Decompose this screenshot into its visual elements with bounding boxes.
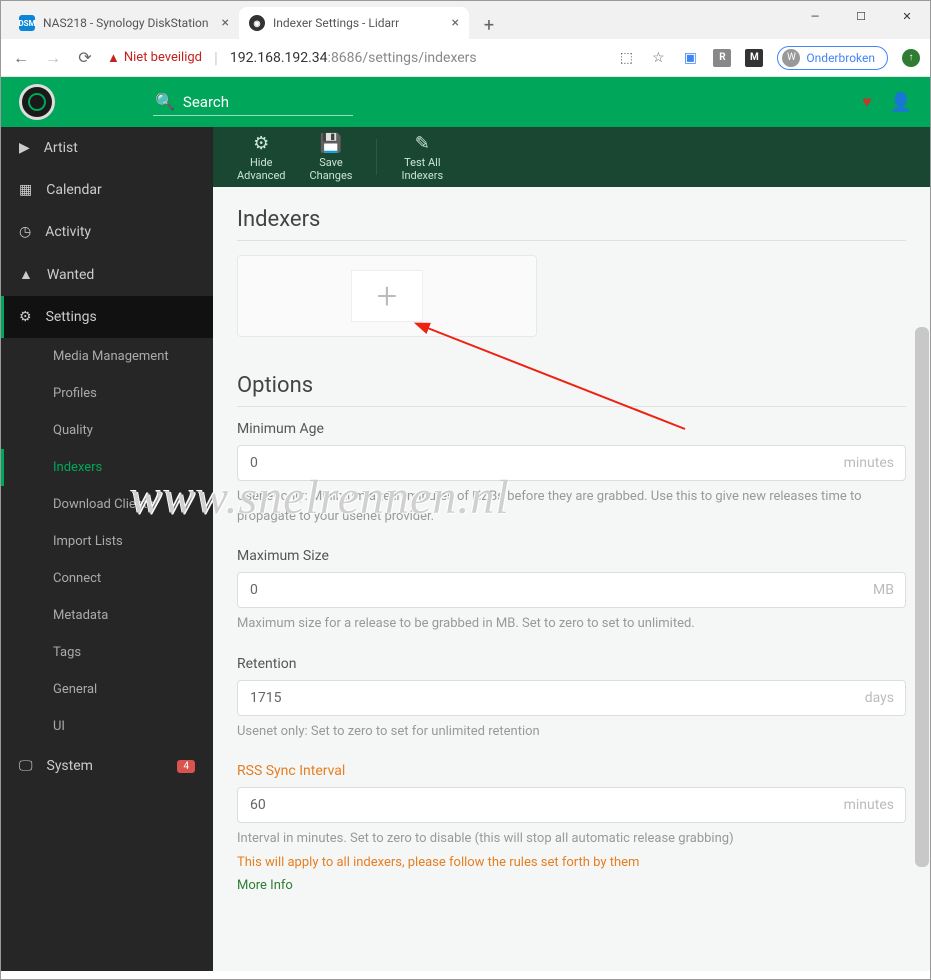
field-label: Minimum Age xyxy=(237,421,906,437)
help-text: Usenet only: Minimum age in minutes of N… xyxy=(237,487,906,526)
save-icon: 💾 xyxy=(320,133,342,154)
app-logo[interactable] xyxy=(19,84,55,120)
input-suffix: days xyxy=(865,690,894,706)
alert-icon: ▲ xyxy=(19,266,33,283)
sidebar-sub-metadata[interactable]: Metadata xyxy=(1,597,213,634)
sidebar-item-activity[interactable]: ◷Activity xyxy=(1,211,213,253)
address-bar: ← → ⟳ ▲ Niet beveiligd | 192.168.192.34:… xyxy=(1,39,930,77)
sidebar-sub-download-clients[interactable]: Download Clients xyxy=(1,486,213,523)
security-warning[interactable]: ▲ Niet beveiligd xyxy=(107,50,202,66)
update-icon[interactable]: ↑ xyxy=(902,49,920,67)
sidebar-sub-tags[interactable]: Tags xyxy=(1,634,213,671)
more-info-link[interactable]: More Info xyxy=(237,876,906,896)
page-toolbar: ⚙ Hide Advanced 💾 Save Changes ✎ Test Al… xyxy=(213,127,930,187)
hide-advanced-button[interactable]: ⚙ Hide Advanced xyxy=(237,133,285,182)
section-title-indexers: Indexers xyxy=(237,199,906,241)
extension-icon[interactable]: M xyxy=(745,49,763,67)
minimize-button[interactable]: — xyxy=(792,1,838,31)
back-button[interactable]: ← xyxy=(11,48,31,68)
app-header: 🔍 ♥ 👤 xyxy=(1,77,930,127)
close-icon[interactable]: × xyxy=(222,15,229,31)
sidebar-sub-indexers[interactable]: Indexers xyxy=(1,449,213,486)
help-text: Usenet only: Set to zero to set for unli… xyxy=(237,722,906,742)
sidebar-sub-profiles[interactable]: Profiles xyxy=(1,375,213,412)
add-indexer-card[interactable]: + xyxy=(237,255,537,337)
browser-tab-strip: DSM NAS218 - Synology DiskStation × ◉ In… xyxy=(1,1,930,39)
input-suffix: MB xyxy=(873,582,894,598)
browser-tab[interactable]: DSM NAS218 - Synology DiskStation × xyxy=(9,7,239,39)
input-suffix: minutes xyxy=(844,455,894,471)
user-icon[interactable]: 👤 xyxy=(890,92,912,113)
test-icon: ✎ xyxy=(415,133,430,154)
extension-icon[interactable]: R xyxy=(713,49,731,67)
sidebar-sub-media-management[interactable]: Media Management xyxy=(1,338,213,375)
sidebar-sub-quality[interactable]: Quality xyxy=(1,412,213,449)
profile-button[interactable]: W Onderbroken xyxy=(777,46,888,70)
sidebar-item-wanted[interactable]: ▲Wanted xyxy=(1,253,213,296)
tab-title: NAS218 - Synology DiskStation xyxy=(43,16,209,30)
translate-icon[interactable]: ⬚ xyxy=(617,49,635,67)
tab-title: Indexer Settings - Lidarr xyxy=(273,16,399,30)
calendar-icon: ▦ xyxy=(19,182,32,198)
gear-check-icon: ⚙ xyxy=(253,133,269,154)
help-text: Maximum size for a release to be grabbed… xyxy=(237,614,906,634)
close-window-button[interactable]: ✕ xyxy=(884,1,930,31)
scrollbar[interactable] xyxy=(915,327,929,867)
field-label: RSS Sync Interval xyxy=(237,763,906,779)
system-badge: 4 xyxy=(177,760,195,773)
minimum-age-input[interactable] xyxy=(237,445,906,481)
sidebar-item-calendar[interactable]: ▦Calendar xyxy=(1,169,213,211)
monitor-icon: 🖵 xyxy=(19,758,33,774)
sidebar-sub-connect[interactable]: Connect xyxy=(1,560,213,597)
sidebar-sub-import-lists[interactable]: Import Lists xyxy=(1,523,213,560)
input-suffix: minutes xyxy=(844,797,894,813)
avatar: W xyxy=(782,49,800,67)
plus-icon: + xyxy=(351,270,423,322)
reload-button[interactable]: ⟳ xyxy=(75,48,95,67)
extension-icon[interactable]: ▣ xyxy=(681,49,699,67)
url-text[interactable]: 192.168.192.34:8686/settings/indexers xyxy=(230,50,477,66)
help-text: Interval in minutes. Set to zero to disa… xyxy=(237,829,906,849)
maximum-size-input[interactable] xyxy=(237,572,906,608)
sidebar: ▶Artist ▦Calendar ◷Activity ▲Wanted ⚙Set… xyxy=(1,127,213,971)
tab-favicon: ◉ xyxy=(249,15,265,31)
toolbar-separator xyxy=(376,139,377,175)
play-icon: ▶ xyxy=(19,140,30,156)
warning-text: This will apply to all indexers, please … xyxy=(237,853,906,873)
heart-icon[interactable]: ♥ xyxy=(862,92,872,112)
close-icon[interactable]: × xyxy=(452,15,459,31)
sidebar-item-settings[interactable]: ⚙Settings xyxy=(1,296,213,338)
maximize-button[interactable]: ☐ xyxy=(838,1,884,31)
bookmark-icon[interactable]: ☆ xyxy=(649,49,667,67)
rss-sync-interval-input[interactable] xyxy=(237,787,906,823)
content-area: Indexers + Options Minimum Age minutes U… xyxy=(213,187,930,971)
field-label: Retention xyxy=(237,656,906,672)
tab-favicon: DSM xyxy=(19,15,35,31)
field-label: Maximum Size xyxy=(237,548,906,564)
browser-tab-active[interactable]: ◉ Indexer Settings - Lidarr × xyxy=(239,7,469,39)
forward-button[interactable]: → xyxy=(43,48,63,68)
section-title-options: Options xyxy=(237,365,906,407)
sidebar-sub-ui[interactable]: UI xyxy=(1,708,213,745)
retention-input[interactable] xyxy=(237,680,906,716)
search-input[interactable] xyxy=(183,93,351,111)
new-tab-button[interactable]: + xyxy=(475,11,503,39)
test-all-indexers-button[interactable]: ✎ Test All Indexers xyxy=(401,133,443,182)
sidebar-item-artist[interactable]: ▶Artist xyxy=(1,127,213,169)
search-box[interactable]: 🔍 xyxy=(153,88,353,116)
search-icon: 🔍 xyxy=(155,92,175,111)
clock-icon: ◷ xyxy=(19,224,31,240)
window-controls: — ☐ ✕ xyxy=(792,1,930,31)
gear-icon: ⚙ xyxy=(19,309,32,325)
sidebar-sub-general[interactable]: General xyxy=(1,671,213,708)
save-changes-button[interactable]: 💾 Save Changes xyxy=(309,133,352,182)
sidebar-item-system[interactable]: 🖵System4 xyxy=(1,745,213,787)
